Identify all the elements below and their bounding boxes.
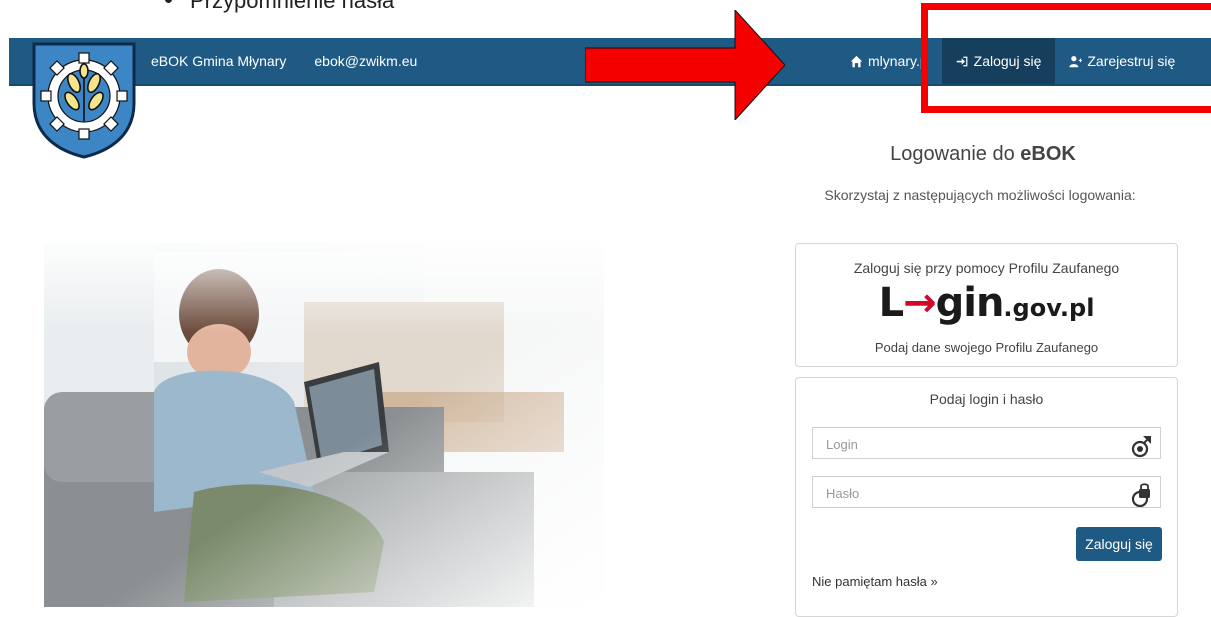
logo-gin: gin xyxy=(935,280,1005,326)
credentials-panel: Podaj login i hasło Zaloguj się Nie pami… xyxy=(795,377,1178,617)
login-input[interactable] xyxy=(824,428,1128,460)
forgot-password-link[interactable]: Nie pamiętam hasła » xyxy=(812,574,938,589)
home-icon xyxy=(850,55,863,67)
coat-of-arms-icon xyxy=(32,42,136,159)
nav-home-label: mlynary.p xyxy=(868,53,928,69)
credentials-heading: Podaj login i hasło xyxy=(929,391,1044,407)
bullet-dot-icon xyxy=(165,0,172,3)
logo-arrow-icon: → xyxy=(903,280,937,326)
login-field[interactable] xyxy=(812,427,1161,460)
brand-link[interactable]: eBOK Gmina Młynary xyxy=(151,53,286,69)
login-gov-logo[interactable]: L→gin.gov.pl xyxy=(796,280,1177,326)
trusted-profile-panel[interactable]: Zaloguj się przy pomocy Profilu Zaufaneg… xyxy=(795,243,1178,367)
lock-icon xyxy=(1131,483,1150,507)
highlight-box-annotation xyxy=(921,3,1211,113)
page-title-bold: eBOK xyxy=(1020,143,1076,165)
page-title-prefix: Logowanie do xyxy=(890,143,1021,165)
logo-domain: .gov.pl xyxy=(1003,294,1095,322)
login-submit-button[interactable]: Zaloguj się xyxy=(1076,527,1162,561)
bullet-text: Przypomnienie hasła xyxy=(190,0,395,13)
email-link[interactable]: ebok@zwikm.eu xyxy=(314,53,417,69)
navbar-left: eBOK Gmina Młynary ebok@zwikm.eu xyxy=(151,38,417,84)
page-title: Logowanie do eBOK xyxy=(798,143,1168,166)
page-subtitle: Skorzystaj z następujących możliwości lo… xyxy=(824,187,1136,203)
password-input[interactable] xyxy=(824,477,1128,509)
user-login-icon xyxy=(1131,436,1151,458)
hero-photo xyxy=(44,242,604,607)
document-bullet-line: Przypomnienie hasła xyxy=(165,0,394,14)
woman-laptop-illustration xyxy=(44,242,604,607)
trusted-profile-link[interactable]: Podaj dane swojego Profilu Zaufanego xyxy=(796,340,1177,355)
right-arrow-annotation xyxy=(585,10,785,120)
password-field[interactable] xyxy=(812,476,1161,509)
trusted-profile-heading: Zaloguj się przy pomocy Profilu Zaufaneg… xyxy=(853,260,1120,276)
logo-letter-l: L xyxy=(878,280,904,326)
